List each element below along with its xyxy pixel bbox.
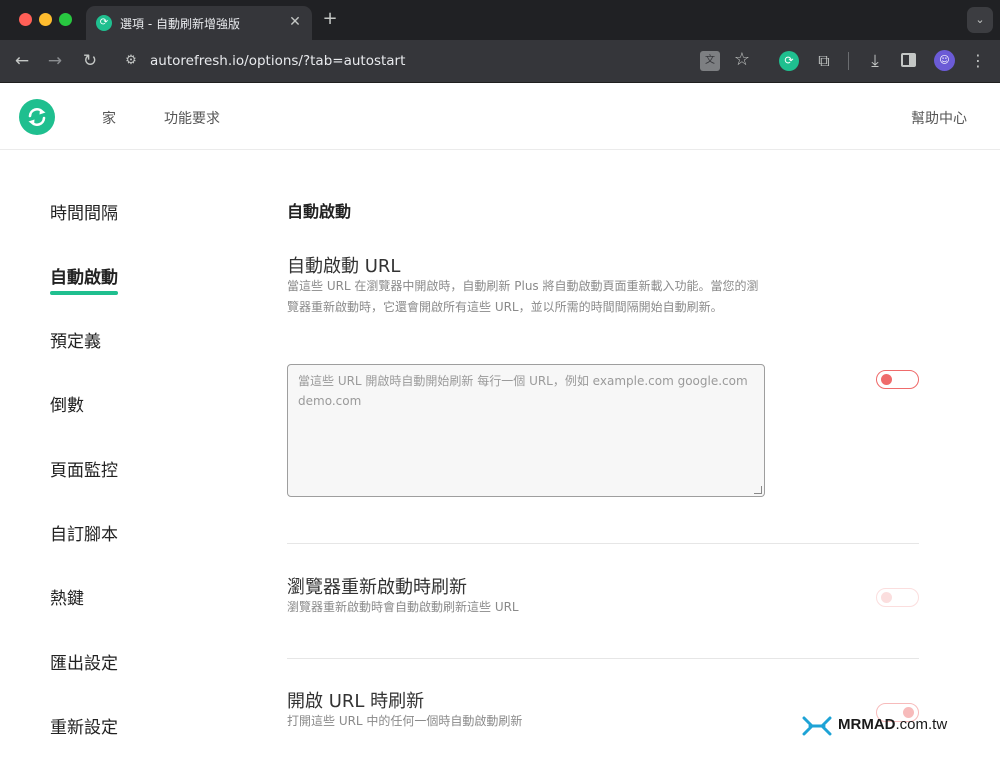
nav-home[interactable]: 家 <box>102 108 116 128</box>
sidebar-active-indicator <box>50 291 118 295</box>
sidebar-item-page-monitor[interactable]: 頁面監控 <box>50 456 118 481</box>
extension-refresh-icon[interactable]: ⟳ <box>779 51 799 71</box>
watermark-mark-icon <box>802 716 832 736</box>
browser-toolbar: ← → ↻ ⚙ autorefresh.io/options/?tab=auto… <box>0 40 1000 83</box>
sidebar-item-predefined[interactable]: 預定義 <box>50 327 101 352</box>
back-icon[interactable]: ← <box>11 50 33 72</box>
setting-desc-refresh-on-restart: 瀏覽器重新啟動時會自動啟動刷新這些 URL <box>287 600 519 614</box>
site-settings-icon[interactable]: ⚙ <box>122 52 140 70</box>
toggle-knob <box>881 592 892 603</box>
textarea-placeholder: 當這些 URL 開啟時自動開始刷新 每行一個 URL，例如 example.co… <box>298 374 748 408</box>
resize-handle-icon[interactable] <box>754 486 762 494</box>
autostart-urls-textarea[interactable]: 當這些 URL 開啟時自動開始刷新 每行一個 URL，例如 example.co… <box>287 364 765 497</box>
toggle-autostart-urls[interactable] <box>876 370 919 389</box>
download-icon[interactable]: ⤓ <box>864 50 886 72</box>
menu-icon[interactable]: ⋮ <box>970 50 986 72</box>
new-tab-button[interactable]: + <box>320 9 340 29</box>
tab-close-icon[interactable]: ✕ <box>286 13 304 31</box>
address-bar[interactable]: ⚙ autorefresh.io/options/?tab=autostart <box>112 46 772 77</box>
tab-search-chevron-icon[interactable]: ⌄ <box>967 7 993 33</box>
window-minimize-button[interactable] <box>39 13 52 26</box>
star-icon[interactable]: ☆ <box>731 49 753 71</box>
nav-feature-requests[interactable]: 功能要求 <box>164 108 220 128</box>
forward-icon[interactable]: → <box>44 50 66 72</box>
browser-tab-strip: ⟳ 選項 - 自動刷新增強版 ✕ + ⌄ <box>0 0 1000 40</box>
sidebar-item-custom-script[interactable]: 自訂腳本 <box>50 520 118 545</box>
sidebar-item-export-settings[interactable]: 匯出設定 <box>50 649 118 674</box>
sidebar-item-hotkeys[interactable]: 熱鍵 <box>50 584 84 609</box>
tab-favicon-refresh-icon: ⟳ <box>96 15 112 31</box>
page-title: 自動啟動 <box>287 202 352 221</box>
watermark-brand: MRMAD <box>838 716 896 733</box>
logo-refresh-icon[interactable] <box>19 99 55 135</box>
divider <box>287 543 919 544</box>
nav-help-center[interactable]: 幫助中心 <box>911 108 967 128</box>
toggle-knob <box>881 374 892 385</box>
watermark-suffix: .com.tw <box>895 716 948 733</box>
setting-desc-refresh-on-open: 打開這些 URL 中的任何一個時自動啟動刷新 <box>287 714 523 728</box>
toggle-refresh-on-restart[interactable] <box>876 588 919 607</box>
sidebar-item-autostart[interactable]: 自動啟動 <box>50 263 118 288</box>
sidebar-item-countdown[interactable]: 倒數 <box>50 391 84 416</box>
watermark-text: MRMAD.com.tw <box>838 716 947 733</box>
address-url[interactable]: autorefresh.io/options/?tab=autostart <box>150 53 405 69</box>
setting-title-autostart-urls: 自動啟動 URL <box>287 256 401 277</box>
window-close-button[interactable] <box>19 13 32 26</box>
tab-title: 選項 - 自動刷新增強版 <box>120 17 240 31</box>
divider <box>287 658 919 659</box>
avatar[interactable]: ☺ <box>934 50 955 71</box>
window-zoom-button[interactable] <box>59 13 72 26</box>
toolbar-divider <box>848 52 849 70</box>
setting-title-refresh-on-open: 開啟 URL 時刷新 <box>287 691 425 712</box>
browser-tab-active[interactable]: ⟳ 選項 - 自動刷新增強版 ✕ <box>86 6 312 40</box>
setting-desc-autostart-urls: 當這些 URL 在瀏覽器中開啟時，自動刷新 Plus 將自動啟動頁面重新載入功能… <box>287 279 759 314</box>
puzzle-icon[interactable]: ⧉ <box>813 50 835 72</box>
reload-icon[interactable]: ↻ <box>79 50 101 72</box>
sidebar-item-interval[interactable]: 時間間隔 <box>50 199 118 224</box>
setting-title-refresh-on-restart: 瀏覽器重新啟動時刷新 <box>287 577 467 598</box>
sidebar-item-reset-settings[interactable]: 重新設定 <box>50 713 118 738</box>
app-header: 家 功能要求 幫助中心 <box>0 84 1000 150</box>
translate-icon[interactable]: 文 <box>700 51 720 71</box>
side-panel-icon[interactable] <box>901 53 916 67</box>
